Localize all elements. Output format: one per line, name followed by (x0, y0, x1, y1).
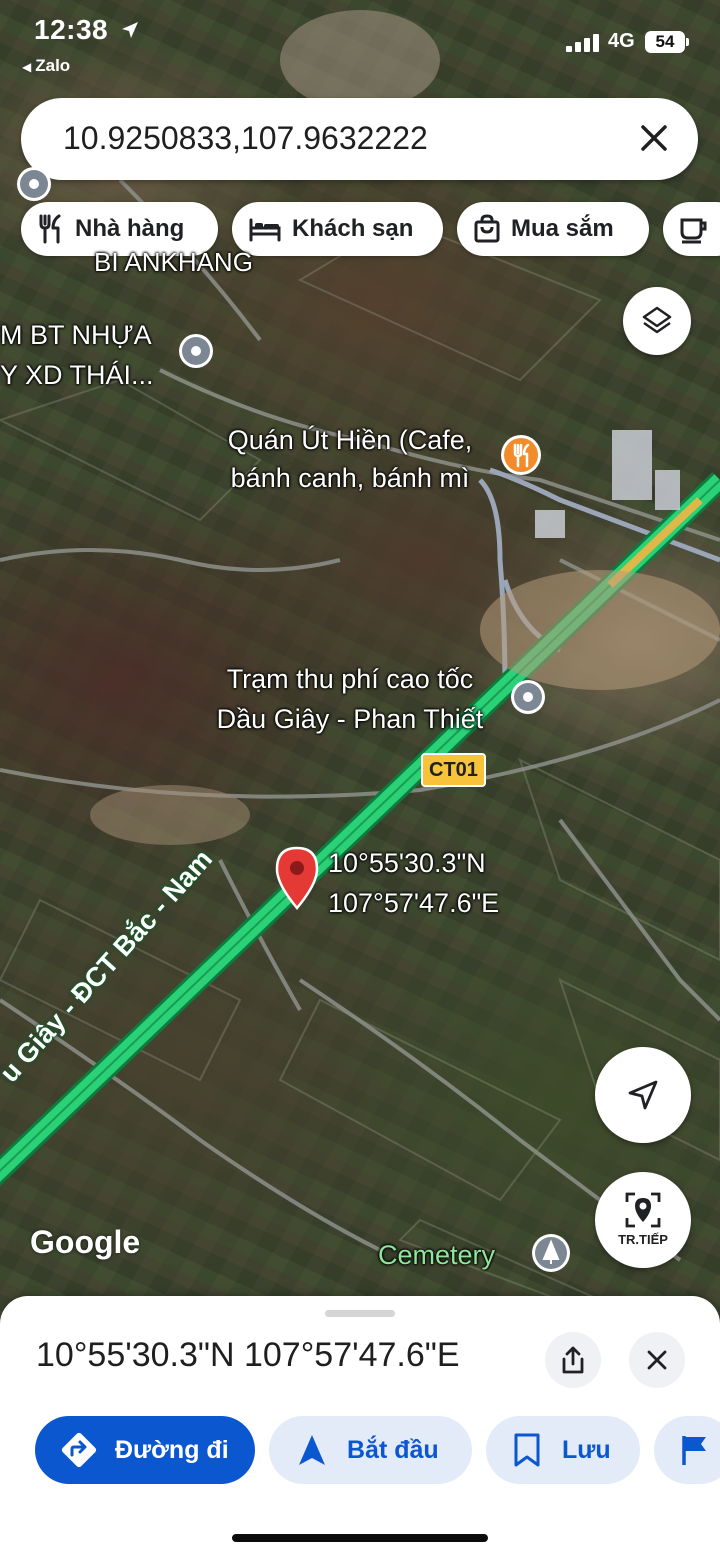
cemetery-pin-icon[interactable] (530, 1232, 572, 1274)
map-label-place[interactable]: BI ANKHANG (94, 245, 253, 279)
live-view-label: TR.TIẾP (618, 1232, 668, 1247)
back-app-label: Zalo (35, 56, 71, 75)
map-label-cafe-line2[interactable]: bánh canh, bánh mì (200, 461, 500, 495)
place-pin-icon[interactable] (176, 331, 216, 371)
pin-latitude-label: 10°55'30.3"N (328, 848, 486, 878)
battery-icon: 54 (645, 31, 689, 53)
start-label: Bắt đầu (347, 1435, 439, 1464)
flag-icon (682, 1436, 706, 1465)
chip-label: Khách sạn (292, 215, 414, 242)
google-logo: Google (30, 1224, 141, 1260)
sheet-drag-handle[interactable] (325, 1310, 395, 1317)
place-bottom-sheet[interactable]: 10°55'30.3"N 107°57'47.6"E Đường đi Bắt … (0, 1296, 720, 1558)
chip-label: Mua sắm (511, 215, 614, 242)
map-label-cemetery[interactable]: Cemetery (378, 1238, 495, 1272)
location-services-icon (122, 22, 138, 38)
save-label: Lưu (562, 1435, 611, 1464)
status-bar: 12:38 ◀ Zalo 4G 54 (0, 0, 720, 86)
search-bar[interactable]: 10.9250833,107.9632222 (21, 98, 698, 180)
close-icon[interactable] (636, 120, 672, 156)
network-type: 4G (608, 30, 635, 52)
toll-pin-icon[interactable] (508, 677, 548, 717)
back-triangle-icon: ◀ (22, 60, 32, 74)
layers-icon (642, 306, 672, 334)
battery-level: 54 (655, 32, 675, 51)
bed-icon (249, 218, 281, 242)
label-button[interactable] (654, 1416, 720, 1484)
navigation-arrow-icon (628, 1080, 658, 1110)
restaurant-pin-icon[interactable] (499, 433, 543, 477)
pin-longitude-label: 107°57'47.6"E (328, 888, 500, 918)
map-label-cafe-line1[interactable]: Quán Út Hiền (Cafe, (200, 423, 500, 457)
chip-coffee[interactable] (663, 202, 720, 256)
map-label-toll-line1[interactable]: Trạm thu phí cao tốc (180, 662, 520, 696)
map-label-toll-line2[interactable]: Dầu Giây - Phan Thiết (180, 702, 520, 736)
back-to-app-link[interactable]: ◀ Zalo (22, 56, 70, 76)
coordinates-title: 10°55'30.3"N 107°57'47.6"E (36, 1336, 460, 1374)
save-button[interactable]: Lưu (486, 1416, 640, 1484)
route-shield: CT01 (421, 753, 486, 787)
cellular-signal-icon (566, 34, 600, 52)
map-layers-button[interactable] (623, 287, 691, 355)
directions-icon (61, 1432, 97, 1468)
bookmark-icon (514, 1433, 540, 1467)
live-view-icon (625, 1192, 661, 1228)
close-sheet-button[interactable] (629, 1332, 685, 1388)
home-indicator[interactable] (232, 1534, 488, 1542)
share-icon (562, 1346, 584, 1374)
dropped-pin-icon[interactable] (274, 846, 320, 912)
map-label-plant-line1[interactable]: M BT NHỰA (0, 318, 152, 352)
share-button[interactable] (545, 1332, 601, 1388)
shopping-bag-icon (474, 214, 500, 243)
directions-label: Đường đi (115, 1435, 229, 1464)
chip-shopping[interactable]: Mua sắm (457, 202, 649, 256)
map-label-plant-line2[interactable]: Y XD THÁI... (0, 358, 154, 392)
fork-knife-icon (39, 214, 61, 244)
directions-button[interactable]: Đường đi (35, 1416, 255, 1484)
status-time: 12:38 (34, 14, 109, 45)
place-pin-icon[interactable] (14, 164, 54, 204)
chip-hotels[interactable]: Khách sạn (232, 202, 443, 256)
my-location-button[interactable] (595, 1047, 691, 1143)
search-query[interactable]: 10.9250833,107.9632222 (63, 120, 428, 157)
coffee-cup-icon (680, 218, 707, 244)
chip-label: Nhà hàng (75, 215, 185, 242)
navigation-arrow-icon (299, 1435, 325, 1465)
start-button[interactable]: Bắt đầu (269, 1416, 472, 1484)
live-view-button[interactable]: TR.TIẾP (595, 1172, 691, 1268)
close-icon (647, 1350, 667, 1370)
